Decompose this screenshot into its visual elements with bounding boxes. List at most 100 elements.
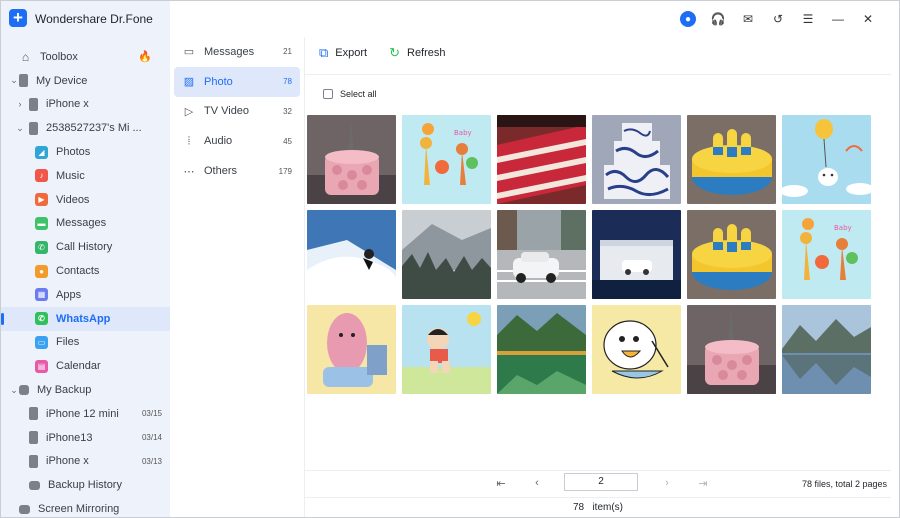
sidebar-item-whatsapp[interactable]: ✆ WhatsApp <box>1 306 170 331</box>
sidebar-item-label: iPhone 12 mini <box>46 407 119 420</box>
sidebar-item-apps[interactable]: ▦ Apps <box>1 283 170 307</box>
minimize-button[interactable]: — <box>823 10 853 28</box>
sidebar-item-music[interactable]: ♪ Music <box>1 164 170 188</box>
select-all-label: Select all <box>340 89 377 99</box>
sidebar-item-contacts[interactable]: ● Contacts <box>1 259 170 283</box>
sidebar-item-photos[interactable]: ◢ Photos <box>1 140 170 164</box>
photo-thumbnail[interactable] <box>592 305 681 394</box>
photo-thumbnail[interactable] <box>687 305 776 394</box>
history-icon: ↺ <box>772 12 784 26</box>
audio-icon: ⦙ <box>187 134 191 147</box>
message-icon: ▭ <box>183 46 195 59</box>
category-photo[interactable]: ▨ Photo 78 <box>174 66 300 97</box>
folder-icon: ▭ <box>35 335 48 349</box>
prev-page-button[interactable]: ‹ <box>531 477 543 489</box>
close-button[interactable]: ✕ <box>853 10 883 28</box>
sidebar-item-label: Music <box>56 169 85 182</box>
sidebar-item-iphone-x[interactable]: › iPhone x <box>1 93 170 117</box>
photo-thumbnail[interactable]: Baby <box>782 210 871 299</box>
sidebar-item-backup-iphone-12-mini[interactable]: iPhone 12 mini 03/15 <box>1 402 170 426</box>
sidebar-item-my-backup[interactable]: ⌄ My Backup <box>1 378 170 402</box>
category-audio[interactable]: ⦙ Audio 45 <box>174 126 300 156</box>
sidebar-item-label: 2538527237's Mi ... <box>46 122 142 135</box>
photo-thumbnail[interactable] <box>782 115 871 204</box>
phone-call-icon: ✆ <box>35 240 48 254</box>
sidebar-item-messages[interactable]: ▬ Messages <box>1 212 170 236</box>
minimize-icon: — <box>832 12 844 26</box>
video-icon: ▷ <box>184 105 194 118</box>
mail-button[interactable]: ✉ <box>733 10 763 28</box>
sidebar-item-label: My Device <box>36 74 88 87</box>
toolbar-divider <box>305 74 891 75</box>
backup-date: 03/13 <box>141 456 162 466</box>
photo-thumbnail[interactable] <box>592 210 681 299</box>
photo-thumbnail[interactable] <box>307 115 396 204</box>
item-count-unit: item(s) <box>592 502 624 513</box>
sidebar-item-screen-mirroring[interactable]: Screen Mirroring <box>1 497 170 517</box>
phone-icon <box>29 121 38 135</box>
first-page-button[interactable]: ⇤ <box>495 477 507 490</box>
chevron-down-icon: ⌄ <box>16 122 24 133</box>
photo-thumbnail[interactable] <box>687 210 776 299</box>
last-page-button[interactable]: ⇥ <box>697 477 709 490</box>
account-button[interactable]: ● <box>673 10 703 28</box>
photo-thumbnail[interactable] <box>782 305 871 394</box>
category-count: 78 <box>283 77 292 87</box>
category-tv-video[interactable]: ▷ TV Video 32 <box>174 97 300 127</box>
menu-button[interactable]: ☰ <box>793 10 823 28</box>
photo-thumbnail[interactable] <box>497 115 586 204</box>
category-messages[interactable]: ▭ Messages 21 <box>174 37 300 67</box>
page-number-input[interactable]: 2 <box>564 473 638 491</box>
toolbar: ⧉ Export ↻ Refresh <box>319 45 446 61</box>
device-icon <box>19 74 28 88</box>
sidebar-item-backup-history[interactable]: Backup History <box>1 473 170 497</box>
chevron-down-icon: ⌄ <box>10 75 18 86</box>
photo-thumbnail[interactable] <box>497 210 586 299</box>
chevron-down-icon: ⌄ <box>10 384 18 395</box>
sidebar-item-videos[interactable]: ▶ Videos <box>1 188 170 212</box>
mirror-icon <box>19 504 30 514</box>
phone-icon <box>29 454 38 468</box>
sidebar-item-label: Contacts <box>56 265 100 278</box>
category-panel: ▭ Messages 21 ▨ Photo 78 ▷ TV Video 32 ⦙… <box>170 37 305 517</box>
photo-thumbnail[interactable] <box>402 305 491 394</box>
category-label: Photo <box>204 75 233 88</box>
sidebar-item-label: WhatsApp <box>56 312 111 325</box>
photo-thumbnail[interactable] <box>592 115 681 204</box>
calendar-icon: ▤ <box>35 359 48 373</box>
select-all[interactable]: Select all <box>323 89 377 99</box>
item-count-value: 78 <box>572 502 585 513</box>
photo-thumbnail[interactable] <box>307 305 396 394</box>
whatsapp-icon: ✆ <box>35 312 48 326</box>
mail-icon: ✉ <box>742 12 754 26</box>
chevron-right-icon: › <box>18 99 22 110</box>
category-others[interactable]: ⋯ Others 179 <box>174 156 300 186</box>
photo-thumbnail[interactable] <box>307 210 396 299</box>
sidebar-item-mi-phone[interactable]: ⌄ 2538527237's Mi ... <box>1 116 170 140</box>
home-icon: ⌂ <box>21 49 30 64</box>
export-icon: ⧉ <box>319 45 329 60</box>
support-button[interactable]: 🎧 <box>703 10 733 28</box>
sidebar-item-my-device[interactable]: ⌄ My Device <box>1 69 170 93</box>
photo-thumbnail[interactable] <box>402 210 491 299</box>
category-count: 21 <box>283 47 292 57</box>
backup-date: 03/15 <box>141 409 162 419</box>
photo-thumbnail[interactable] <box>497 305 586 394</box>
sidebar-item-toolbox[interactable]: ⌂ Toolbox 🔥 <box>1 45 170 69</box>
sidebar-item-calendar[interactable]: ▤ Calendar <box>1 354 170 378</box>
next-page-button[interactable]: › <box>661 477 673 489</box>
sidebar-item-call-history[interactable]: ✆ Call History <box>1 235 170 259</box>
category-count: 32 <box>283 106 292 116</box>
sidebar-item-backup-iphone13[interactable]: iPhone13 03/14 <box>1 426 170 450</box>
sidebar-item-files[interactable]: ▭ Files <box>1 331 170 355</box>
history-button[interactable]: ↺ <box>763 10 793 28</box>
sidebar-item-label: Calendar <box>56 360 101 373</box>
sidebar-item-label: iPhone13 <box>46 431 93 444</box>
sidebar-item-backup-iphone-x[interactable]: iPhone x 03/13 <box>1 450 170 474</box>
photo-thumbnail[interactable]: Baby <box>402 115 491 204</box>
category-label: Audio <box>204 135 233 148</box>
refresh-button[interactable]: Refresh <box>407 47 446 59</box>
photo-thumbnail[interactable] <box>687 115 776 204</box>
export-button[interactable]: Export <box>335 47 367 59</box>
select-all-checkbox[interactable] <box>323 89 333 99</box>
